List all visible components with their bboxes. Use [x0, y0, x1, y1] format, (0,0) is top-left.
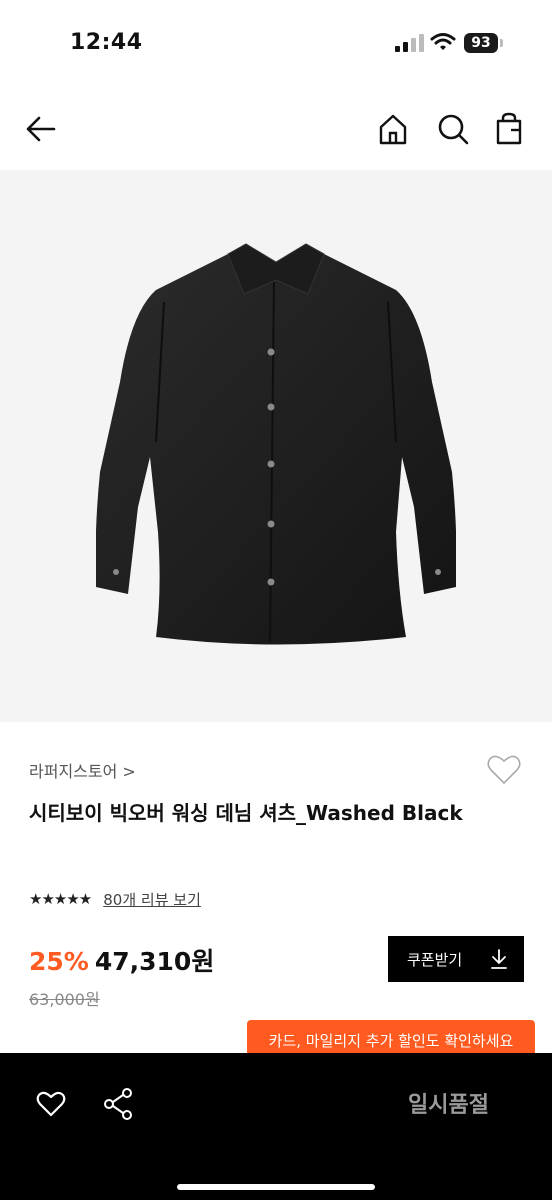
- battery-icon: 93: [464, 33, 498, 53]
- back-arrow-icon[interactable]: [24, 112, 58, 146]
- status-bar: 12:44 93: [0, 0, 552, 88]
- cellular-signal-icon: [395, 34, 424, 52]
- heart-icon[interactable]: [36, 1089, 66, 1119]
- download-icon: [491, 949, 507, 969]
- search-icon[interactable]: [436, 112, 470, 146]
- rating-row: ★★★★★ 80개 리뷰 보기: [29, 888, 201, 910]
- coupon-label: 쿠폰받기: [407, 950, 463, 969]
- coupon-button[interactable]: 쿠폰받기: [388, 936, 524, 982]
- sold-out-label: 일시품절: [408, 1093, 489, 1118]
- home-indicator: [177, 1184, 375, 1190]
- shopping-bag-icon[interactable]: [492, 112, 526, 146]
- home-icon[interactable]: [376, 112, 410, 146]
- original-price: 63,000원: [29, 990, 100, 1009]
- price-row: 25% 47,310원: [29, 942, 214, 978]
- discount-rate: 25%: [29, 947, 89, 976]
- rating-stars: ★★★★★: [29, 890, 92, 908]
- battery-tip: [500, 39, 503, 47]
- product-title: 시티보이 빅오버 워싱 데님 셔츠_Washed Black: [29, 801, 463, 825]
- sale-price: 47,310원: [94, 947, 215, 976]
- store-link[interactable]: 라퍼지스토어 >: [29, 758, 136, 782]
- share-icon[interactable]: [102, 1087, 134, 1121]
- review-link[interactable]: 80개 리뷰 보기: [103, 889, 201, 910]
- status-time: 12:44: [70, 30, 143, 55]
- shirt-illustration: [96, 243, 456, 645]
- wifi-icon: [430, 33, 456, 50]
- product-image[interactable]: [0, 170, 552, 722]
- top-nav-bar: [0, 88, 552, 170]
- wishlist-heart-icon[interactable]: [486, 752, 522, 788]
- bottom-action-bar: 일시품절: [0, 1053, 552, 1200]
